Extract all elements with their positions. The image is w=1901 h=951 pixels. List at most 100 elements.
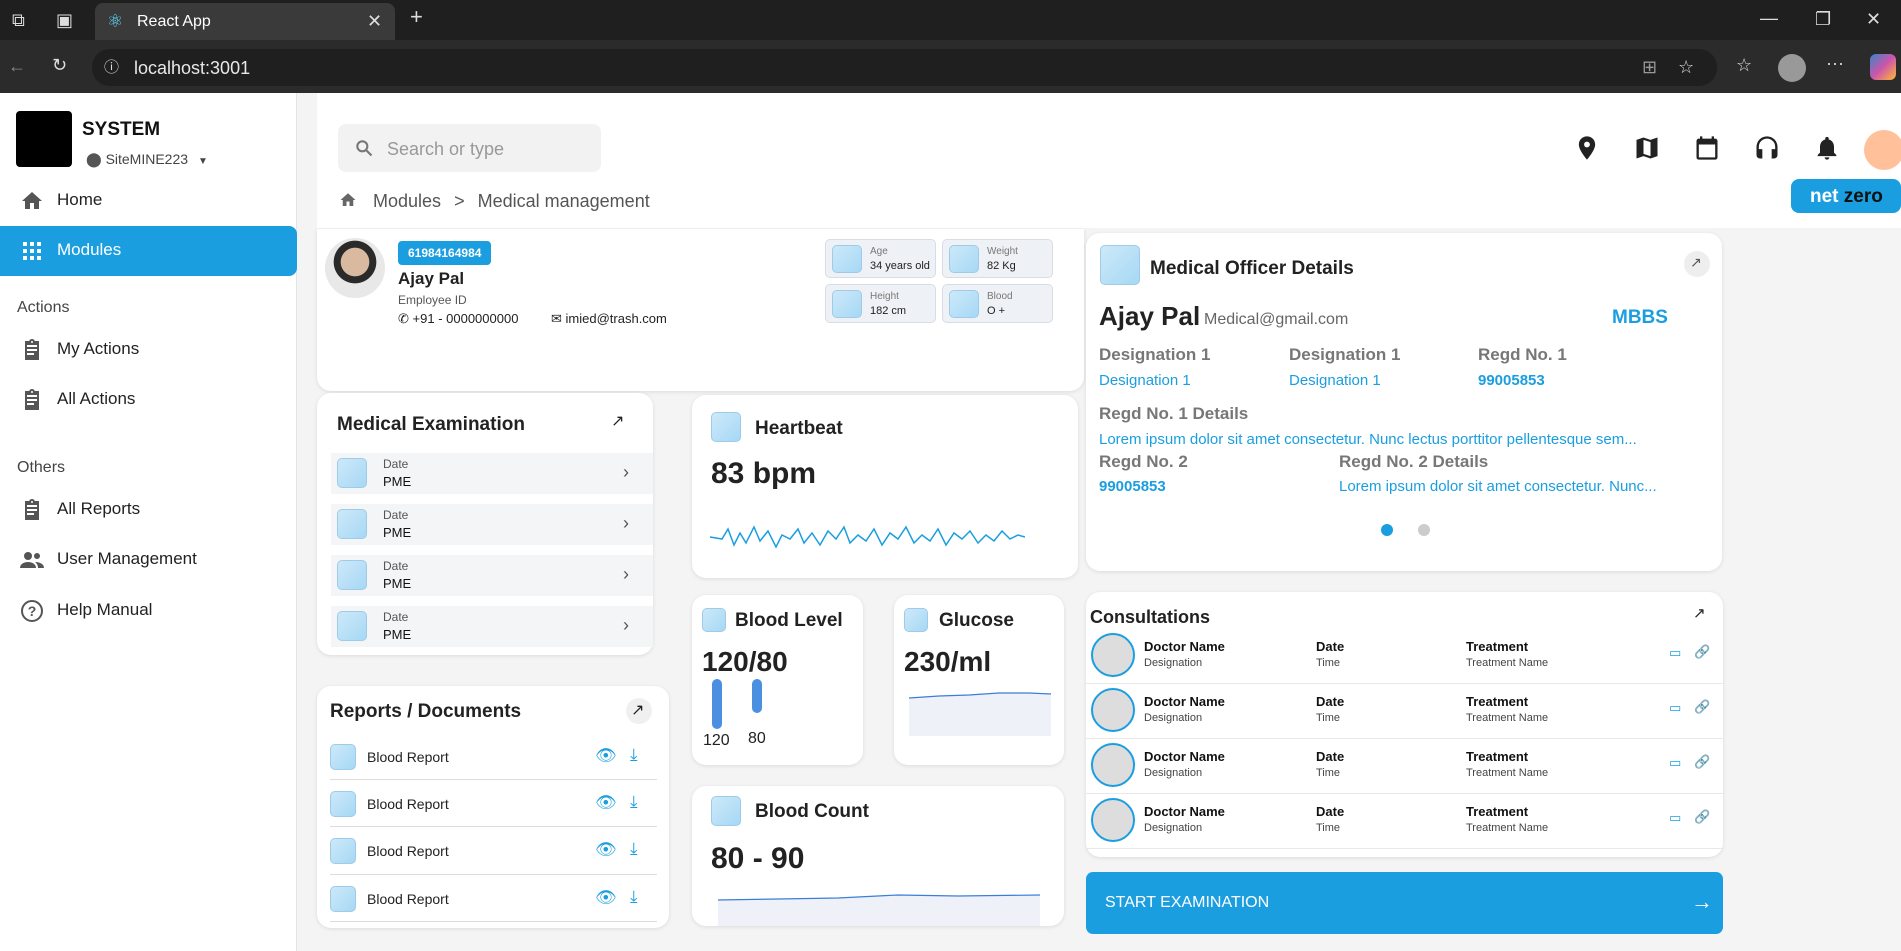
minimize-icon[interactable]: — xyxy=(1760,9,1778,27)
link-icon[interactable]: 🔗 xyxy=(1694,699,1710,715)
profile-icon[interactable] xyxy=(1778,54,1806,82)
stat-height: Height 182 cm xyxy=(825,284,936,323)
star-icon[interactable]: ☆ xyxy=(1678,58,1694,76)
report-item[interactable]: Blood Report 👁 ⤓ xyxy=(330,780,657,827)
heartbeat-value: 83 bpm xyxy=(711,457,817,490)
consultation-row[interactable]: Doctor Name Designation Date Time Treatm… xyxy=(1086,794,1723,849)
close-tab-icon[interactable]: ✕ xyxy=(367,12,382,30)
heartbeat-icon xyxy=(711,412,741,442)
carousel-dot-active[interactable] xyxy=(1381,524,1393,536)
phone-icon: ✆ xyxy=(398,311,409,326)
stat-blood: Blood O + xyxy=(942,284,1053,323)
eye-icon[interactable]: 👁 xyxy=(595,840,617,860)
copilot-icon[interactable] xyxy=(1870,54,1896,80)
actions-section-label: Actions xyxy=(17,299,70,316)
consultation-row[interactable]: Doctor Name Designation Date Time Treatm… xyxy=(1086,739,1723,794)
download-icon[interactable]: ⤓ xyxy=(630,839,638,859)
link-icon[interactable]: 🔗 xyxy=(1694,754,1710,770)
sidebar-item-home[interactable]: Home xyxy=(0,176,297,226)
restore-icon[interactable]: ❐ xyxy=(1815,10,1831,28)
link-icon[interactable]: 🔗 xyxy=(1694,809,1710,825)
link-icon[interactable]: 🔗 xyxy=(1694,644,1710,660)
workspaces-icon[interactable]: ⧉ xyxy=(12,11,25,29)
home-icon[interactable] xyxy=(338,191,358,209)
glucose-value: 230/ml xyxy=(904,646,992,677)
exam-row[interactable]: Date PME › xyxy=(331,555,653,596)
exam-row[interactable]: Date PME › xyxy=(331,504,653,545)
consultation-row[interactable]: Doctor Name Designation Date Time Treatm… xyxy=(1086,629,1723,684)
app-available-icon[interactable]: ⊞ xyxy=(1642,58,1657,76)
user-avatar[interactable] xyxy=(1864,130,1901,170)
stat-age: Age 34 years old xyxy=(825,239,936,278)
sidebar-item-label: Help Manual xyxy=(57,600,153,619)
breadcrumb-modules[interactable]: Modules xyxy=(373,191,441,211)
folder-icon[interactable]: ▭ xyxy=(1669,645,1681,661)
report-item[interactable]: Blood Report 👁 ⤓ xyxy=(330,827,657,875)
exam-row[interactable]: Date PME › xyxy=(331,606,653,647)
bar-fill xyxy=(752,679,762,713)
blood-count-value: 80 - 90 xyxy=(711,842,805,875)
search-box[interactable]: Search or type xyxy=(338,124,601,172)
officer-email: Medical@gmail.com xyxy=(1204,311,1349,328)
report-item[interactable]: Blood Report 👁 ⤓ xyxy=(330,733,657,780)
employee-email: ✉ imied@trash.com xyxy=(551,311,667,327)
sidebar-item-my-actions[interactable]: My Actions xyxy=(0,325,297,375)
url-field[interactable]: ⓘ localhost:3001 ⊞ ☆ xyxy=(92,49,1717,86)
open-external-icon[interactable]: ↗ xyxy=(626,698,652,724)
treatment-heading: Treatment xyxy=(1466,639,1529,654)
carousel-dot[interactable] xyxy=(1418,524,1430,536)
eye-icon[interactable]: 👁 xyxy=(595,793,617,813)
regd-2-details-heading: Regd No. 2 Details xyxy=(1339,452,1489,471)
site-selector[interactable]: ⬤ SiteMINE223 ▼ xyxy=(86,151,208,168)
stat-value: 182 cm xyxy=(870,305,907,317)
doctor-designation: Designation xyxy=(1144,657,1203,669)
netzero-text-b: zero xyxy=(1843,186,1883,207)
headset-icon[interactable] xyxy=(1753,134,1781,162)
designation-1-value: Designation 1 xyxy=(1099,372,1191,389)
download-icon[interactable]: ⤓ xyxy=(630,792,638,812)
exam-row-value: PME xyxy=(383,576,412,591)
doctor-name: Doctor Name xyxy=(1144,694,1225,709)
eye-icon[interactable]: 👁 xyxy=(595,888,617,908)
close-window-icon[interactable]: ✕ xyxy=(1866,10,1881,28)
folder-icon[interactable]: ▭ xyxy=(1669,810,1681,826)
more-icon[interactable]: ··· xyxy=(1826,54,1844,72)
sidebar-item-modules[interactable]: Modules xyxy=(0,226,297,276)
download-icon[interactable]: ⤓ xyxy=(630,745,638,765)
back-icon[interactable]: ← xyxy=(8,57,26,75)
treatment-heading: Treatment xyxy=(1466,694,1529,709)
exam-row-value: PME xyxy=(383,474,412,489)
sidebar-item-label: User Management xyxy=(57,549,197,568)
bell-icon[interactable] xyxy=(1813,134,1841,162)
report-item[interactable]: Blood Report 👁 ⤓ xyxy=(330,875,657,922)
download-icon[interactable]: ⤓ xyxy=(630,887,638,907)
exam-row-icon xyxy=(337,458,367,488)
open-external-icon[interactable]: ↗ xyxy=(1690,602,1716,628)
tab-actions-icon[interactable]: ▣ xyxy=(56,11,73,29)
favorites-icon[interactable]: ☆ xyxy=(1736,56,1752,74)
eye-icon[interactable]: 👁 xyxy=(595,746,617,766)
map-icon[interactable] xyxy=(1633,134,1661,162)
sidebar-item-all-actions[interactable]: All Actions xyxy=(0,375,297,425)
exam-row-value: PME xyxy=(383,525,412,540)
exam-row-icon xyxy=(337,611,367,641)
sidebar-item-all-reports[interactable]: All Reports xyxy=(0,485,297,535)
site-info-icon[interactable]: ⓘ xyxy=(104,59,119,77)
open-external-icon[interactable]: ↗ xyxy=(607,409,633,435)
folder-icon[interactable]: ▭ xyxy=(1669,700,1681,716)
calendar-icon[interactable] xyxy=(1693,134,1721,162)
exam-row[interactable]: Date PME › xyxy=(331,453,653,494)
search-input[interactable]: Search or type xyxy=(387,139,504,160)
browser-tab[interactable]: ⚛ React App ✕ xyxy=(95,3,395,40)
sidebar-item-user-management[interactable]: User Management xyxy=(0,535,297,585)
new-tab-icon[interactable]: + xyxy=(410,6,423,28)
sidebar-item-help-manual[interactable]: ? Help Manual xyxy=(0,586,297,636)
folder-icon[interactable]: ▭ xyxy=(1669,755,1681,771)
open-external-icon[interactable]: ↗ xyxy=(1684,251,1710,277)
treatment-name: Treatment Name xyxy=(1466,712,1549,724)
consultation-row[interactable]: Doctor Name Designation Date Time Treatm… xyxy=(1086,684,1723,739)
start-examination-button[interactable]: START EXAMINATION → xyxy=(1086,872,1723,934)
refresh-icon[interactable]: ↻ xyxy=(52,56,67,74)
blood-level-title: Blood Level xyxy=(735,610,843,631)
location-icon[interactable] xyxy=(1573,134,1601,162)
